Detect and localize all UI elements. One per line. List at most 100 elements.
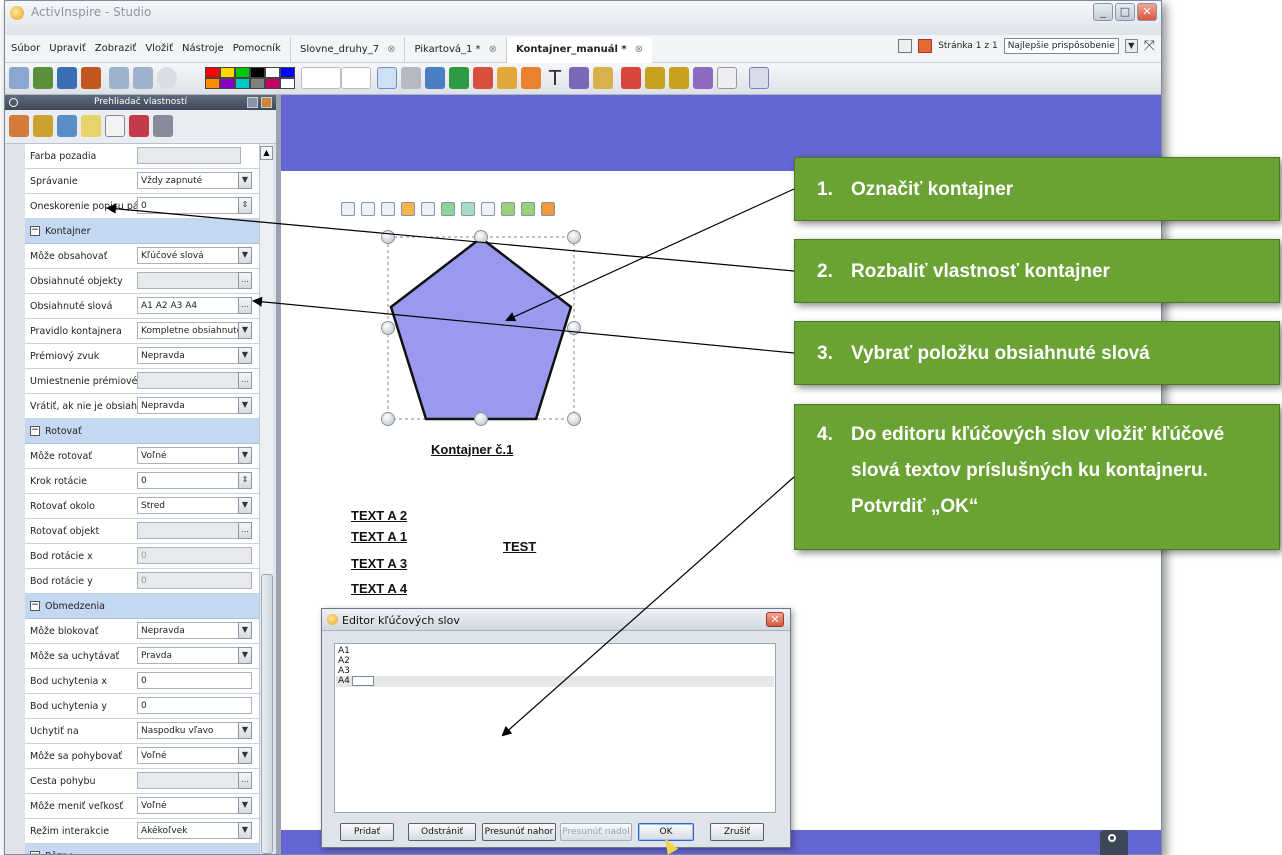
tab-close-icon[interactable]: ⊗ — [387, 44, 395, 63]
menu-insert[interactable]: Vložiť — [145, 43, 173, 54]
property-row[interactable]: Bod rotácie x 0 — [25, 544, 259, 569]
tab-close-icon[interactable]: ⊗ — [635, 44, 643, 63]
property-row[interactable]: Oneskorenie popisu pást 0 ⇕ — [25, 194, 259, 219]
property-value[interactable]: Nepravda — [137, 622, 241, 639]
object-browser-icon[interactable] — [57, 115, 77, 137]
shape-icon[interactable] — [521, 67, 541, 89]
property-row[interactable]: Vrátiť, ak nie je obsiahnu Nepravda ▼ — [25, 394, 259, 419]
property-section[interactable]: − Rôzne — [25, 844, 259, 854]
property-row[interactable]: Môže obsahovať Kľúčové slová ▼ — [25, 244, 259, 269]
property-section[interactable]: − Kontajner — [25, 219, 259, 244]
page-list-icon[interactable] — [898, 39, 913, 53]
layer-icon[interactable] — [421, 202, 435, 216]
text-icon[interactable]: T — [545, 67, 565, 89]
fill-icon[interactable] — [497, 67, 517, 89]
tab-close-icon[interactable]: ⊗ — [489, 44, 497, 63]
property-value[interactable]: 0 — [137, 472, 241, 489]
property-row[interactable]: Môže meniť veľkosť Voľné ▼ — [25, 794, 259, 819]
color-swatch[interactable] — [250, 67, 265, 78]
resize-handle[interactable] — [381, 412, 395, 426]
property-value[interactable] — [137, 772, 241, 789]
color-swatch[interactable] — [205, 78, 220, 89]
property-row[interactable]: Pravidlo kontajnera Kompletne obsiahnuté ▼ — [25, 319, 259, 344]
resize-handle[interactable] — [567, 321, 581, 335]
minimize-button[interactable]: _ — [1093, 3, 1113, 21]
property-row[interactable]: Krok rotácie 0 ⇕ — [25, 469, 259, 494]
menu-help[interactable]: Pomocník — [233, 43, 281, 54]
property-scrollbar[interactable]: ▲ — [259, 144, 273, 854]
chevron-down-icon[interactable]: ▼ — [238, 822, 252, 839]
ellipsis-button[interactable]: … — [238, 372, 252, 389]
scroll-thumb[interactable] — [261, 574, 273, 854]
resource-browser-icon[interactable] — [33, 115, 53, 137]
property-value[interactable] — [137, 272, 241, 289]
property-value[interactable]: 0 — [137, 572, 252, 589]
keyword-item[interactable]: A2 — [338, 656, 350, 666]
collapse-icon[interactable]: − — [30, 601, 40, 611]
resize-handle[interactable] — [567, 230, 581, 244]
connector-icon[interactable] — [569, 67, 589, 89]
front-icon[interactable] — [441, 202, 455, 216]
property-value[interactable]: Naspodku vľavo — [137, 722, 241, 739]
chevron-down-icon[interactable]: ▼ — [1124, 39, 1138, 53]
property-row[interactable]: Prémiový zvuk Nepravda ▼ — [25, 344, 259, 369]
browser-icon[interactable] — [57, 67, 77, 89]
property-value[interactable]: Voľné — [137, 747, 241, 764]
pen-width-icon[interactable] — [301, 67, 341, 89]
property-value[interactable]: Nepravda — [137, 347, 241, 364]
color-swatch[interactable] — [280, 67, 295, 78]
property-value[interactable]: Nepravda — [137, 397, 241, 414]
redo-icon[interactable] — [669, 67, 689, 89]
property-value[interactable]: 0 — [137, 197, 241, 214]
collapse-icon[interactable]: − — [30, 426, 40, 436]
chevron-down-icon[interactable]: ▼ — [238, 397, 252, 414]
clear-icon[interactable] — [693, 67, 713, 89]
color-swatch[interactable] — [205, 67, 220, 78]
main-menu-icon[interactable] — [9, 67, 29, 89]
collapse-icon[interactable]: − — [30, 851, 40, 854]
delete-handle[interactable] — [567, 412, 581, 426]
menu-tools[interactable]: Nástroje — [182, 43, 224, 54]
doc-tab-kontajner[interactable]: Kontajner_manuál * ⊗ — [505, 37, 652, 63]
close-icon[interactable] — [341, 202, 355, 216]
keyword-item[interactable]: A3 — [338, 666, 350, 676]
color-swatch[interactable] — [265, 78, 280, 89]
property-row[interactable]: Obsiahnuté objekty… — [25, 269, 259, 294]
collapse-icon[interactable]: − — [30, 226, 40, 236]
property-value[interactable]: Voľné — [137, 447, 241, 464]
chevron-down-icon[interactable]: ▼ — [238, 247, 252, 264]
property-value[interactable]: Vždy zapnuté — [137, 172, 241, 189]
add-button[interactable]: Pridať — [340, 823, 394, 841]
doc-tab-pikartova[interactable]: Pikartová_1 * ⊗ — [404, 37, 505, 63]
spinner-icon[interactable]: ⇕ — [238, 197, 252, 214]
menu-edit[interactable]: Upraviť — [49, 43, 86, 54]
property-value[interactable]: Stred — [137, 497, 241, 514]
pen-icon[interactable] — [425, 67, 445, 89]
property-row[interactable]: Môže blokovať Nepravda ▼ — [25, 619, 259, 644]
property-value[interactable] — [137, 522, 241, 539]
text-a1[interactable]: TEXT A 1 — [351, 529, 407, 544]
color-swatch[interactable] — [235, 67, 250, 78]
zoom-select[interactable]: Najlepšie prispôsobenie — [1003, 38, 1119, 54]
back-icon[interactable] — [461, 202, 475, 216]
tool-icon[interactable] — [81, 67, 101, 89]
star-add-icon[interactable] — [501, 202, 515, 216]
pentagon-shape[interactable] — [381, 230, 581, 426]
panel-menu-icon[interactable] — [261, 97, 272, 108]
property-row[interactable]: Farba pozadia — [25, 144, 259, 169]
property-value[interactable]: Pravda — [137, 647, 241, 664]
notes-browser-icon[interactable] — [81, 115, 101, 137]
floating-tool-widget[interactable] — [1100, 830, 1128, 855]
ellipsis-button[interactable]: … — [238, 522, 252, 539]
copy-icon[interactable] — [481, 202, 495, 216]
chevron-down-icon[interactable]: ▼ — [238, 797, 252, 814]
play-icon[interactable] — [157, 67, 177, 89]
camera-icon[interactable] — [593, 67, 613, 89]
menu-icon[interactable] — [541, 202, 555, 216]
fullscreen-icon[interactable]: ⤧ — [1144, 38, 1155, 54]
doc-tab-slovne-druhy[interactable]: Slovne_druhy_7 ⊗ — [290, 37, 404, 63]
property-row[interactable]: Môže sa uchytávať Pravda ▼ — [25, 644, 259, 669]
keyword-item[interactable]: A1 — [338, 646, 350, 656]
text-a2[interactable]: TEXT A 2 — [351, 508, 407, 523]
color-swatch[interactable] — [220, 67, 235, 78]
